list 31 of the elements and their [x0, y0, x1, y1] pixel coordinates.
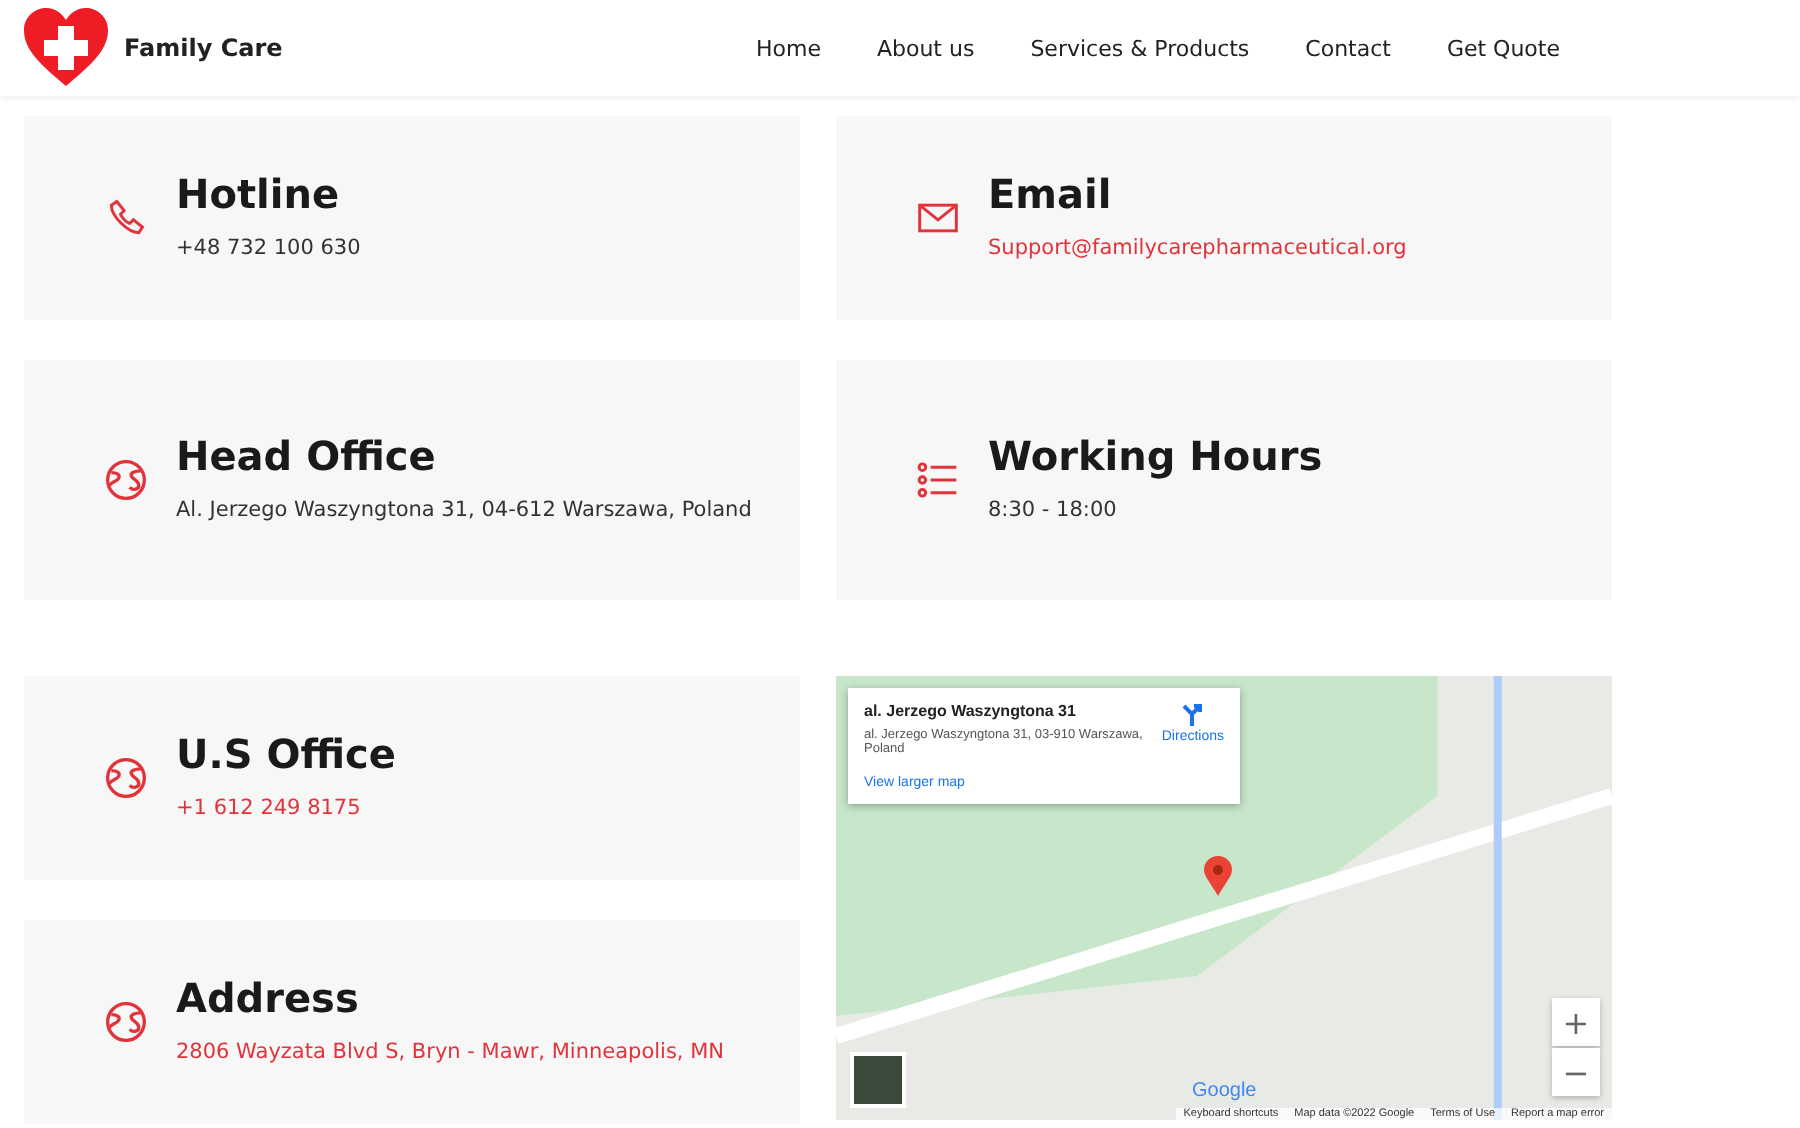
nav-link[interactable]: Get Quote — [1446, 35, 1560, 61]
card-value[interactable]: +1 612 249 8175 — [176, 790, 396, 826]
heart-cross-logo-icon — [24, 8, 108, 88]
card-title: Email — [988, 170, 1114, 218]
nav-link[interactable]: Contact — [1305, 35, 1391, 61]
card-value: Al. Jerzego Waszyngtona 31, 04-612 Warszawa, Poland — [176, 496, 752, 526]
card-title: Working Hours — [988, 432, 1323, 480]
zoom-out-button[interactable]: − — [1552, 1048, 1600, 1096]
zoom-in-button[interactable]: + — [1552, 998, 1600, 1046]
globe-icon — [104, 756, 148, 800]
card-title: Address — [176, 974, 361, 1022]
place-title: al. Jerzego Waszyngtona 31 — [864, 702, 1078, 720]
nav-link[interactable]: Home — [755, 35, 821, 61]
satellite-thumbnail[interactable] — [850, 1052, 906, 1108]
map-logo: Google — [1192, 1080, 1257, 1102]
card-value: 8:30 - 18:00 — [988, 496, 1119, 526]
phone-icon — [104, 196, 148, 240]
globe-icon — [104, 458, 148, 502]
nav-link[interactable]: About us — [876, 35, 975, 61]
directions-icon — [1180, 702, 1205, 726]
card-value[interactable]: Support@familycarepharmaceutical.org — [988, 230, 1407, 266]
nav-link[interactable]: Services & Products — [1030, 35, 1250, 61]
list-icon — [916, 458, 960, 502]
globe-icon — [104, 1000, 148, 1044]
map-pin-icon — [1204, 856, 1232, 896]
card-title: Hotline — [176, 170, 342, 218]
card-title: U.S Office — [176, 730, 396, 778]
card-value[interactable]: 2806 Wayzata Blvd S, Bryn - Mawr, Minneapolis, MN — [176, 1034, 725, 1070]
card-value: +48 732 100 630 — [176, 234, 361, 264]
brand-name: Family Care — [124, 34, 283, 62]
card-title: Head Office — [176, 432, 438, 480]
